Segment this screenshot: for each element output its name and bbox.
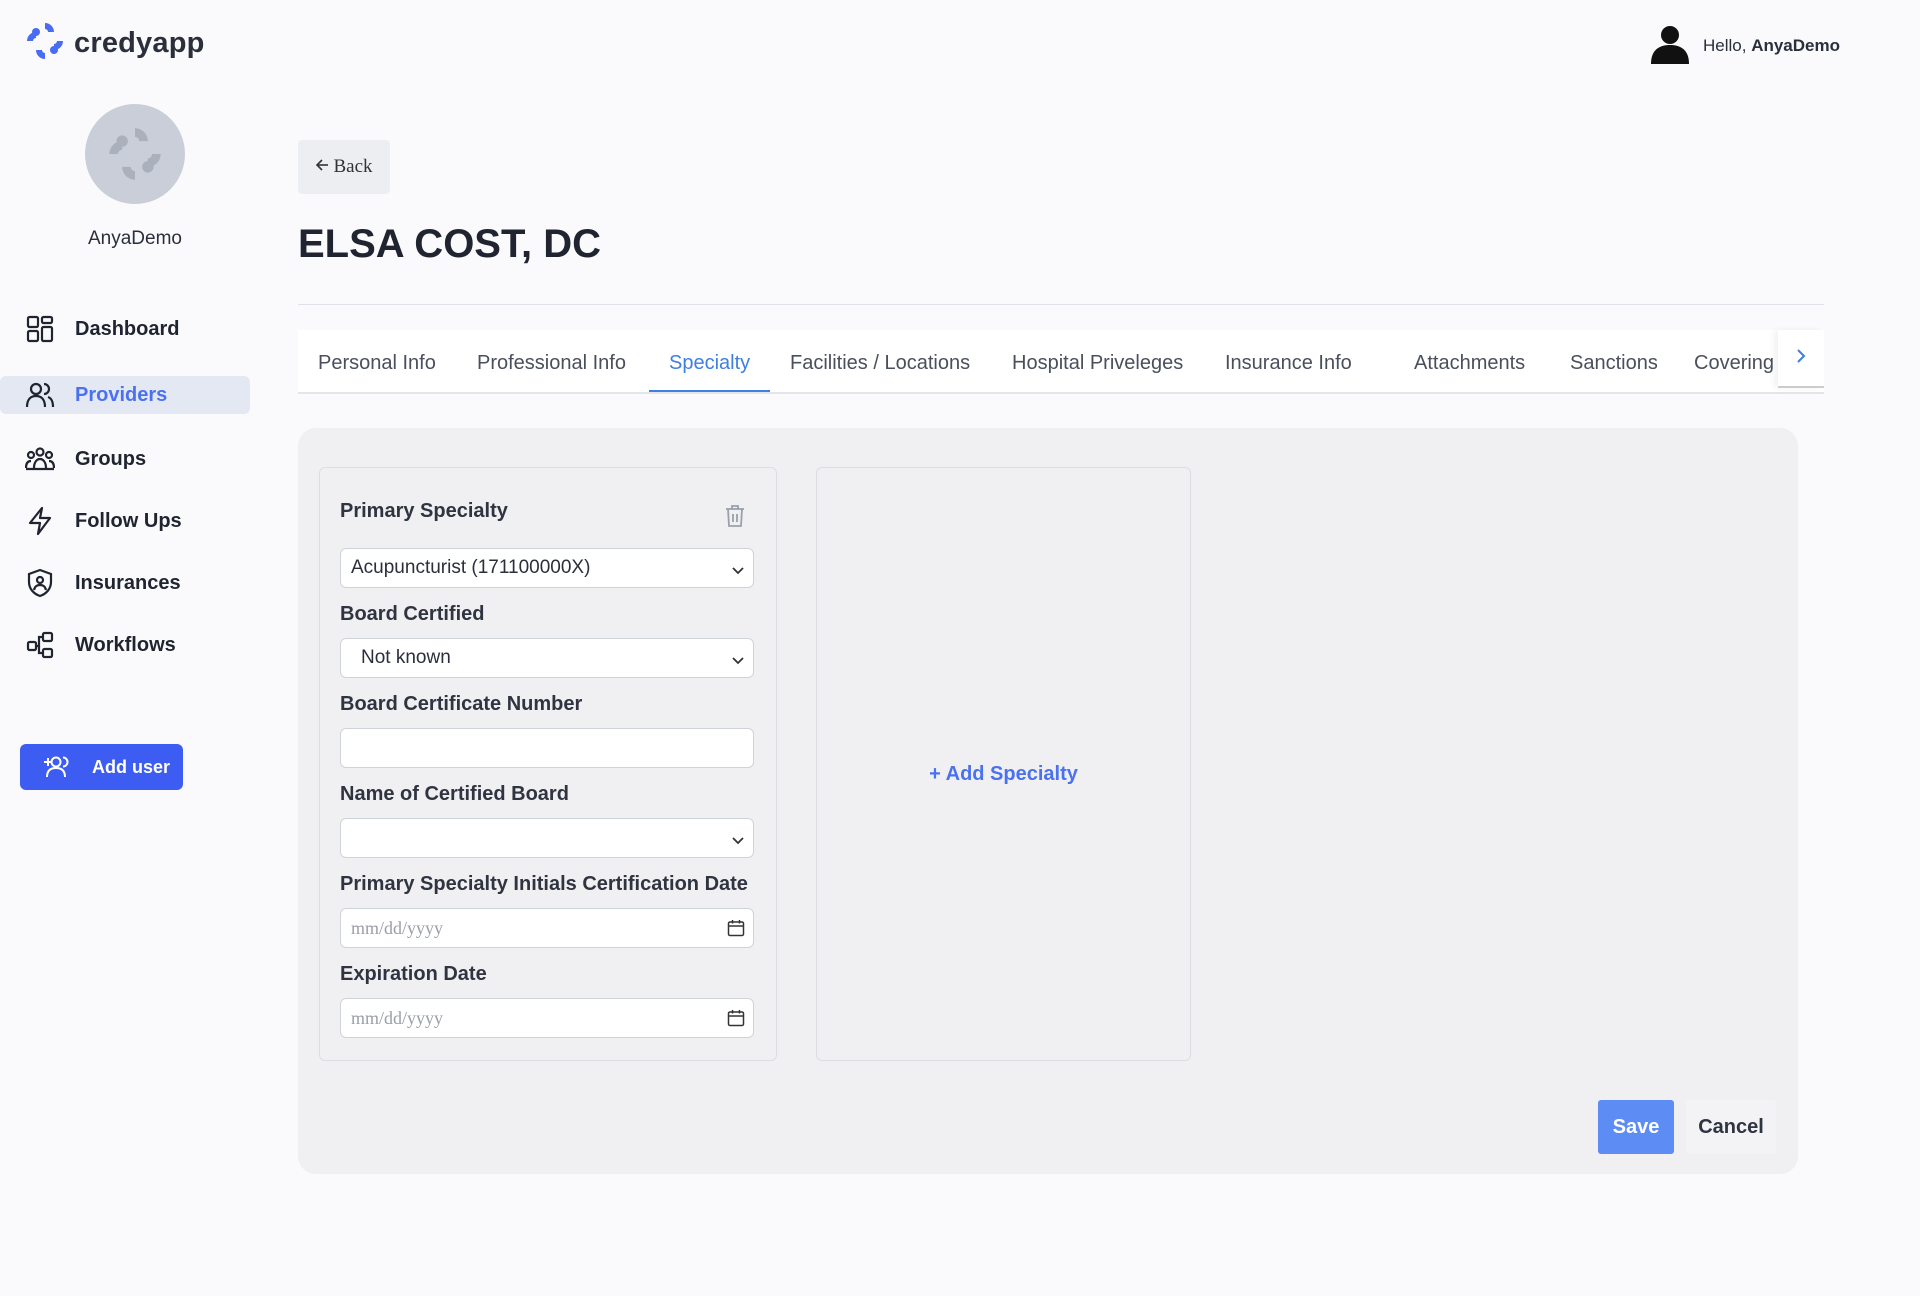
board-certificate-number-label: Board Certificate Number — [340, 693, 583, 715]
tab-facilities-locations[interactable]: Facilities / Locations — [770, 330, 990, 392]
sidebar-item-label: Insurances — [75, 571, 181, 594]
add-user-icon — [44, 755, 72, 779]
tab-specialty[interactable]: Specialty — [649, 330, 771, 392]
arrow-left-icon — [315, 156, 329, 178]
credyapp-logo-icon — [24, 20, 66, 67]
certified-board-name-select[interactable] — [340, 818, 754, 858]
tab-insurance-info[interactable]: Insurance Info — [1205, 330, 1372, 392]
sidebar-item-label: Workflows — [75, 633, 176, 656]
card-title: Primary Specialty — [340, 500, 508, 522]
certified-board-name-label: Name of Certified Board — [340, 783, 569, 805]
tabs-scroll-right-button[interactable] — [1778, 330, 1824, 388]
sidebar-username: AnyaDemo — [88, 228, 182, 249]
calendar-icon[interactable] — [727, 919, 745, 943]
delete-specialty-button[interactable] — [724, 504, 746, 533]
trash-icon — [724, 505, 746, 532]
sidebar-item-label: Dashboard — [75, 317, 180, 340]
calendar-icon[interactable] — [727, 1009, 745, 1033]
shield-icon — [25, 568, 55, 598]
chevron-right-icon — [1795, 348, 1807, 369]
primary-specialty-select[interactable]: Acupuncturist (171100000X) — [340, 548, 754, 588]
sidebar-item-dashboard[interactable]: Dashboard — [0, 310, 250, 348]
sidebar-item-label: Groups — [75, 447, 147, 470]
sidebar-item-label: Follow Ups — [75, 509, 182, 532]
cancel-button[interactable]: Cancel — [1686, 1100, 1776, 1154]
providers-icon — [25, 380, 55, 410]
groups-icon — [25, 444, 55, 474]
tab-professional-info[interactable]: Professional Info — [457, 330, 646, 392]
sidebar-item-groups[interactable]: Groups — [0, 440, 250, 478]
board-certified-label: Board Certified — [340, 603, 485, 625]
expiration-date-label: Expiration Date — [340, 963, 487, 985]
tab-bar: Personal Info Professional Info Specialt… — [298, 330, 1824, 394]
workflow-icon — [25, 630, 55, 660]
sidebar-item-label: Providers — [75, 383, 168, 406]
add-specialty-link[interactable]: + Add Specialty — [929, 763, 1078, 786]
initial-certification-date-input[interactable]: mm/dd/yyyy — [340, 908, 754, 948]
chevron-down-icon — [731, 561, 745, 583]
bolt-icon — [25, 506, 55, 536]
save-button[interactable]: Save — [1598, 1100, 1674, 1154]
add-specialty-card[interactable]: + Add Specialty — [816, 467, 1191, 1061]
user-avatar-icon — [1649, 22, 1691, 69]
greeting-text: Hello, AnyaDemo — [1702, 35, 1840, 55]
sidebar-item-insurances[interactable]: Insurances — [0, 564, 250, 602]
app-name: credyapp — [74, 27, 205, 59]
tab-hospital-priveleges[interactable]: Hospital Priveleges — [992, 330, 1203, 392]
back-button[interactable]: Back — [298, 140, 390, 194]
page-title: ELSA COST, DC — [298, 222, 601, 266]
expiration-date-input[interactable]: mm/dd/yyyy — [340, 998, 754, 1038]
sidebar-item-follow-ups[interactable]: Follow Ups — [0, 502, 250, 540]
tab-attachments[interactable]: Attachments — [1394, 330, 1545, 392]
divider — [298, 304, 1824, 305]
initial-certification-date-label: Primary Specialty Initials Certification… — [340, 873, 748, 895]
board-certified-select[interactable]: Not known — [340, 638, 754, 678]
dashboard-icon — [25, 314, 55, 344]
tab-sanctions[interactable]: Sanctions — [1550, 330, 1678, 392]
sidebar-item-workflows[interactable]: Workflows — [0, 626, 250, 664]
board-certificate-number-input[interactable] — [340, 728, 754, 768]
user-menu[interactable]: Hello, AnyaDemo — [1649, 22, 1840, 69]
chevron-down-icon — [731, 651, 745, 673]
chevron-down-icon — [731, 831, 745, 853]
add-user-button[interactable]: Add user — [20, 744, 183, 790]
sidebar-item-providers[interactable]: Providers — [0, 376, 250, 414]
profile-avatar — [85, 104, 185, 204]
app-logo[interactable]: credyapp — [24, 20, 205, 67]
avatar-logo-icon — [109, 128, 161, 180]
tab-personal-info[interactable]: Personal Info — [298, 330, 456, 392]
